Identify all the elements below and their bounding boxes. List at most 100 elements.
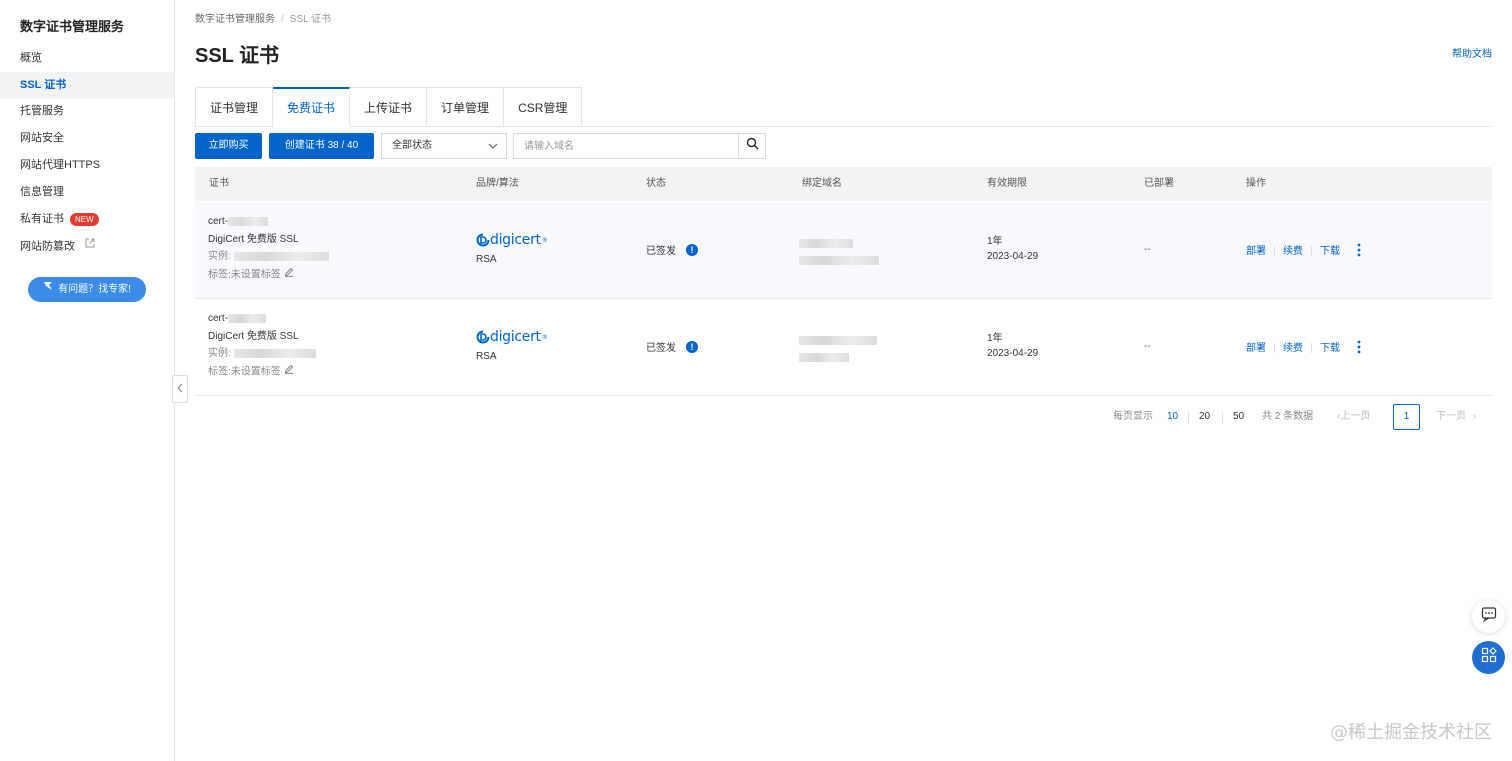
digicert-logo: digicert ®: [476, 232, 548, 248]
breadcrumb-root[interactable]: 数字证书管理服务: [195, 14, 275, 25]
divider: [1222, 412, 1223, 424]
tab-upload-cert[interactable]: 上传证书: [350, 87, 428, 127]
more-vertical-icon[interactable]: [1357, 243, 1361, 260]
more-vertical-icon[interactable]: [1357, 340, 1361, 357]
page-size-20[interactable]: 20: [1199, 404, 1210, 430]
validity-period: 1年: [987, 236, 1003, 247]
help-docs-link[interactable]: 帮助文档: [1452, 45, 1492, 60]
status-cell: 已签发 !: [646, 339, 698, 354]
algorithm: RSA: [476, 254, 497, 265]
per-page-label: 每页显示: [1113, 411, 1153, 422]
sidebar-item-ssl-cert[interactable]: SSL 证书: [0, 72, 174, 99]
sidebar: 数字证书管理服务 概览 SSL 证书 托管服务 网站安全 网站代理HTTPS 信…: [0, 0, 175, 761]
pagination: 每页显示 10 20 50 共 2 条数据 ‹上一页 1 下一页 ›: [0, 404, 1512, 430]
sidebar-item-label: 网站安全: [20, 132, 64, 144]
sidebar-item-hosting[interactable]: 托管服务: [0, 98, 174, 125]
cert-id[interactable]: cert-: [208, 216, 228, 227]
app-root: 数字证书管理服务 概览 SSL 证书 托管服务 网站安全 网站代理HTTPS 信…: [0, 0, 1512, 761]
quick-apps-button[interactable]: [1472, 641, 1505, 674]
column-header-brand: 品牌/算法: [476, 178, 519, 189]
sidebar-item-label: 信息管理: [20, 186, 64, 198]
status-select[interactable]: 全部状态: [381, 133, 507, 159]
sidebar-collapse-handle[interactable]: [172, 375, 188, 403]
renew-button[interactable]: 续费: [1283, 343, 1303, 354]
validity-date: 2023-04-29: [987, 251, 1039, 262]
brand-cell: digicert ® RSA: [476, 232, 548, 269]
apps-grid-icon: [1481, 647, 1497, 668]
ask-expert-button[interactable]: 有问题？找专家!: [28, 277, 146, 302]
column-header-validity: 有效期限: [987, 178, 1027, 189]
ask-expert-label: 有问题？找专家!: [58, 284, 131, 296]
deploy-button[interactable]: 部署: [1246, 246, 1266, 257]
domain-cell: [799, 238, 879, 266]
sidebar-item-proxy-https[interactable]: 网站代理HTTPS: [0, 152, 174, 179]
info-icon[interactable]: !: [686, 340, 698, 353]
prev-page-button[interactable]: ‹上一页: [1337, 404, 1370, 430]
chevron-down-icon: [488, 134, 498, 168]
breadcrumb-separator: /: [281, 14, 284, 25]
divider: [1188, 412, 1189, 424]
deploy-button[interactable]: 部署: [1246, 343, 1266, 354]
chat-icon: [1481, 606, 1497, 627]
search-button[interactable]: [738, 133, 766, 159]
new-badge: NEW: [70, 212, 99, 226]
status-text: 已签发: [646, 343, 676, 354]
column-header-status: 状态: [646, 178, 666, 189]
buy-now-button[interactable]: 立即购买: [195, 133, 262, 159]
deployed-value: --: [1144, 341, 1151, 352]
redacted-text: [799, 255, 879, 265]
validity-date: 2023-04-29: [987, 348, 1039, 359]
chevron-left-icon: [176, 380, 184, 398]
sidebar-item-label: 托管服务: [20, 105, 64, 117]
download-button[interactable]: 下载: [1320, 246, 1340, 257]
create-cert-button[interactable]: 创建证书 38 / 40: [269, 133, 374, 159]
deployed-value: --: [1144, 244, 1151, 255]
column-header-cert: 证书: [209, 178, 229, 189]
redacted-text: [799, 335, 877, 345]
tab-order-management[interactable]: 订单管理: [427, 87, 505, 127]
brand-name: digicert: [490, 232, 541, 248]
tab-csr-management[interactable]: CSR管理: [504, 87, 583, 127]
feedback-chat-button[interactable]: [1472, 600, 1505, 633]
renew-button[interactable]: 续费: [1283, 246, 1303, 257]
sidebar-item-info-management[interactable]: 信息管理: [0, 179, 174, 206]
cert-type: DigiCert 免费版 SSL: [208, 330, 299, 342]
sidebar-item-label: 网站代理HTTPS: [20, 159, 101, 171]
edit-icon[interactable]: [284, 363, 294, 381]
tab-free-cert[interactable]: 免费证书: [273, 87, 351, 127]
sidebar-item-site-security[interactable]: 网站安全: [0, 125, 174, 152]
sidebar-title: 数字证书管理服务: [20, 19, 125, 34]
algorithm: RSA: [476, 351, 497, 362]
total-count: 共 2 条数据: [1262, 411, 1314, 422]
digicert-mark-icon: [476, 330, 490, 344]
next-page-button[interactable]: 下一页 ›: [1436, 404, 1476, 430]
page-number-current[interactable]: 1: [1393, 404, 1420, 430]
sidebar-item-label: 概览: [20, 52, 42, 64]
sidebar-item-overview[interactable]: 概览: [0, 45, 174, 72]
page-size-50[interactable]: 50: [1233, 404, 1244, 430]
tab-cert-management[interactable]: 证书管理: [195, 87, 274, 127]
cert-info: cert- DigiCert 免费版 SSL 实例: 标签:未设置标签: [208, 213, 329, 283]
info-icon[interactable]: !: [686, 243, 698, 256]
cert-type: DigiCert 免费版 SSL: [208, 233, 299, 245]
table-header: 证书 品牌/算法 状态 绑定域名 有效期限 已部署 操作: [195, 167, 1492, 201]
external-link-icon: [84, 233, 96, 260]
edit-icon[interactable]: [284, 266, 294, 284]
download-button[interactable]: 下载: [1320, 343, 1340, 354]
sidebar-item-label: 网站防篡改: [20, 240, 75, 253]
sidebar-item-tamper-protection[interactable]: 网站防篡改: [0, 233, 174, 260]
table-row: cert- DigiCert 免费版 SSL 实例: 标签:未设置标签 digi…: [195, 202, 1492, 299]
watermark: @稀土掘金技术社区: [1330, 722, 1492, 743]
actions-cell: 部署 续费 下载: [1246, 242, 1361, 260]
domain-search-input[interactable]: [513, 133, 739, 159]
sidebar-item-private-cert[interactable]: 私有证书 NEW: [0, 206, 174, 233]
chevron-right-icon: ›: [1472, 411, 1477, 422]
redacted-text: [799, 352, 849, 362]
next-page-label: 下一页: [1436, 411, 1466, 422]
breadcrumb: 数字证书管理服务 / SSL 证书: [195, 10, 331, 25]
redacted-text: [228, 313, 266, 323]
cert-id[interactable]: cert-: [208, 313, 228, 324]
page-size-10[interactable]: 10: [1167, 404, 1178, 430]
redacted-text: [228, 216, 268, 226]
tag-label: 标签:未设置标签: [208, 268, 281, 280]
